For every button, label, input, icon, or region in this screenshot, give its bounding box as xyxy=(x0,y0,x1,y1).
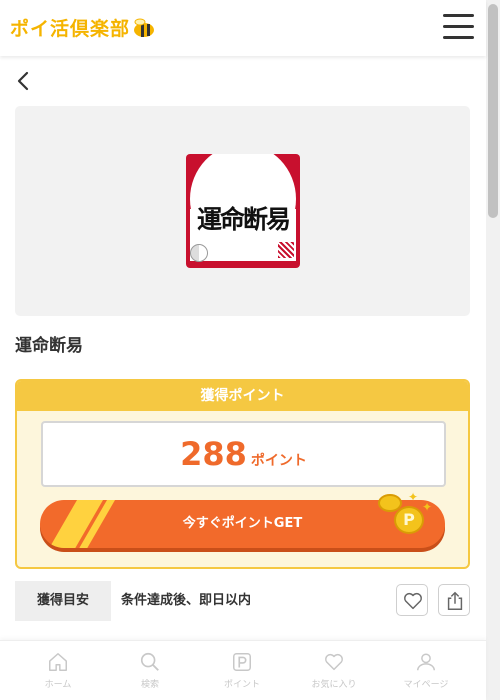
points-icon xyxy=(233,653,251,671)
tab-home[interactable]: ホーム xyxy=(13,641,103,700)
criteria-label: 獲得目安 xyxy=(15,581,111,621)
tab-search-label: 検索 xyxy=(140,680,159,690)
app-icon-text: 運命断易 xyxy=(196,205,291,234)
coins-icon: P ✦ ✦ xyxy=(376,490,436,544)
app-title: 運命断易 xyxy=(15,336,83,356)
share-icon xyxy=(447,591,463,610)
stamp-icon xyxy=(278,242,294,258)
user-icon xyxy=(417,653,435,671)
tab-points-label: ポイント xyxy=(223,680,260,690)
search-icon xyxy=(140,652,159,671)
tab-points[interactable]: ポイント xyxy=(197,641,287,700)
share-button[interactable] xyxy=(438,584,470,616)
heart-icon xyxy=(325,653,343,671)
points-unit: ポイント xyxy=(250,453,307,469)
bee-icon xyxy=(134,18,155,37)
back-arrow-icon[interactable] xyxy=(14,70,34,92)
tab-mypage[interactable]: マイページ xyxy=(381,641,471,700)
favorite-button[interactable] xyxy=(396,584,428,616)
hamburger-menu-icon[interactable] xyxy=(443,14,474,40)
scrollbar[interactable] xyxy=(486,0,500,700)
app-icon-image: 運命断易 xyxy=(186,154,300,268)
criteria-text: 条件達成後、即日以内 xyxy=(121,593,252,608)
home-icon xyxy=(49,653,67,671)
points-header: 獲得ポイント xyxy=(17,381,468,411)
site-logo[interactable]: ポイ活倶楽部 xyxy=(10,14,156,41)
scrollbar-thumb[interactable] xyxy=(488,4,498,218)
header: ポイ活倶楽部 xyxy=(0,0,486,56)
yin-yang-icon xyxy=(190,244,208,262)
bottom-tab-bar: ホーム 検索 ポイント お気に入り マイページ xyxy=(0,640,486,700)
heart-icon xyxy=(404,592,422,610)
tab-search[interactable]: 検索 xyxy=(105,641,195,700)
logo-text: ポイ活倶楽部 xyxy=(10,18,131,40)
tab-home-label: ホーム xyxy=(44,680,72,690)
tab-favorites[interactable]: お気に入り xyxy=(289,641,379,700)
tab-favorites-label: お気に入り xyxy=(311,680,357,690)
points-value: 288 xyxy=(180,435,247,473)
points-value-box: 288 ポイント xyxy=(41,421,446,487)
tab-mypage-label: マイページ xyxy=(403,680,449,690)
